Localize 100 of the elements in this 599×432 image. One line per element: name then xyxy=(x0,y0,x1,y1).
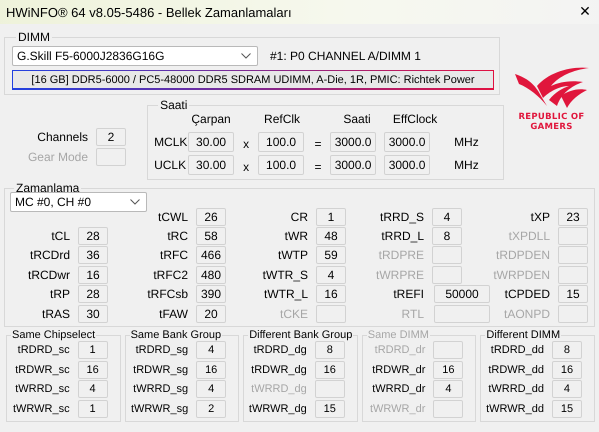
timing-label: tRDRD_sc xyxy=(18,344,70,356)
operator-sign: = xyxy=(314,136,323,151)
timing-label: tRRD_L xyxy=(380,229,424,244)
timing-label: tWRRD_dr xyxy=(372,383,426,396)
value-field: 4 xyxy=(196,341,226,360)
row-label: UCLK xyxy=(154,158,188,172)
value-field: 1 xyxy=(78,341,108,360)
value-field xyxy=(558,266,588,284)
timing-label: tRCDrd xyxy=(28,248,70,262)
field-label: Channels xyxy=(36,130,89,144)
unit-label: MHz xyxy=(453,158,480,172)
logo-text: GAMERS xyxy=(530,122,573,132)
value-field: 8 xyxy=(552,341,582,360)
group-caption: DIMM xyxy=(17,30,51,44)
value-field xyxy=(96,148,126,166)
value-field: 4 xyxy=(196,380,226,398)
value-field: 30 xyxy=(78,304,108,323)
value-field: 30.00 xyxy=(188,155,234,175)
value-field: 15 xyxy=(314,400,345,418)
timing-label: tRFCsb xyxy=(146,287,188,302)
value-field: 16 xyxy=(433,360,464,379)
timing-label: tRAS xyxy=(40,306,70,321)
timing-label: tRP xyxy=(48,287,70,302)
timing-label: tWRRD_sg xyxy=(133,383,188,396)
timing-label: tRRD_S xyxy=(378,210,424,224)
timing-label: tRDWR_sc xyxy=(15,364,70,376)
timing-label: tCWL xyxy=(157,210,188,224)
window-title: HWiNFO® 64 v8.05-5486 - Bellek Zamanlamaları xyxy=(5,4,292,20)
value-field xyxy=(558,227,588,246)
timing-label: tRDWR_dr xyxy=(372,364,426,376)
field-label: Gear Mode xyxy=(26,150,89,164)
timing-label: tRDWR_dd xyxy=(488,364,544,376)
value-field: 28 xyxy=(78,285,108,304)
close-button[interactable]: ✕ xyxy=(571,0,599,24)
operator-sign: x xyxy=(242,136,250,151)
chevron-down-icon xyxy=(130,199,140,205)
row-label: MCLK xyxy=(154,135,188,149)
value-field: 48 xyxy=(316,227,346,246)
timing-label: CR xyxy=(290,210,308,224)
timing-label: tRFC2 xyxy=(152,268,188,282)
group-caption: Zamanlama xyxy=(15,181,80,195)
value-field: 466 xyxy=(196,246,226,264)
value-field: 3000.0 xyxy=(384,155,430,175)
timing-label: tRDWR_dg xyxy=(251,364,307,376)
group-caption: Different Bank Group xyxy=(248,329,354,342)
timing-label: tWR xyxy=(284,229,308,244)
timing-label: tWRWR_sc xyxy=(12,402,70,415)
timing-label: tAONPD xyxy=(502,306,550,321)
value-field: 480 xyxy=(196,266,226,284)
value-field xyxy=(558,304,588,323)
timing-label: tRDWR_sg xyxy=(133,364,188,376)
value-field: 4 xyxy=(552,380,582,398)
value-field: 3000.0 xyxy=(384,132,430,152)
value-field: 16 xyxy=(314,360,345,379)
value-field: 1 xyxy=(316,208,346,226)
value-field xyxy=(433,400,464,418)
value-field xyxy=(314,380,345,398)
value-field: 2 xyxy=(96,128,126,146)
timing-label: tRCDwr xyxy=(27,268,70,282)
timing-label: tREFI xyxy=(392,287,424,302)
channel-dropdown[interactable]: MC #0, CH #0 xyxy=(10,192,147,212)
value-field xyxy=(558,246,588,264)
column-header: Çarpan xyxy=(190,112,232,128)
timing-label: tWRPDEN xyxy=(492,268,550,282)
timing-label: tWRPRE xyxy=(375,268,424,282)
timing-label: tRC xyxy=(166,229,188,244)
timing-label: tWRRD_sc xyxy=(15,383,70,396)
timing-label: tWRWR_dg xyxy=(248,402,307,415)
timing-label: tWRWR_sg xyxy=(130,402,188,415)
unit-label: MHz xyxy=(453,135,480,149)
timing-label: tRDPDEN xyxy=(494,248,550,262)
timing-label: tWTR_S xyxy=(262,268,308,282)
value-field: 16 xyxy=(316,285,346,304)
value-field: 16 xyxy=(552,360,582,379)
value-field: 30.00 xyxy=(188,132,234,152)
timing-label: tCPDED xyxy=(504,287,550,302)
chevron-down-icon xyxy=(241,53,251,59)
timing-label: tWTR_L xyxy=(262,287,308,302)
slot-label: #1: P0 CHANNEL A/DIMM 1 xyxy=(270,49,421,63)
value-field: 36 xyxy=(78,246,108,264)
timing-label: tWTP xyxy=(277,248,308,262)
timing-label: tRDRD_dr xyxy=(374,344,426,356)
value-field: 15 xyxy=(558,285,588,304)
group-caption: Same Chipselect xyxy=(11,329,96,342)
timing-label: tCL xyxy=(50,229,70,244)
value-field xyxy=(433,341,464,360)
column-header: EffClock xyxy=(392,112,438,128)
timing-label: tWRRD_dd xyxy=(488,383,544,396)
timing-label: tCKE xyxy=(278,306,308,321)
value-field: 26 xyxy=(196,208,226,226)
module-info-bar: [16 GB] DDR5-6000 / PC5-48000 DDR5 SDRAM UDIMM, A-Die, 1R, PMIC: Richtek Power xyxy=(12,70,494,90)
value-field: 8 xyxy=(314,341,345,360)
module-dropdown[interactable]: G.Skill F5-6000J2836G16G xyxy=(12,46,258,66)
value-field xyxy=(316,304,346,323)
value-field: 50000 xyxy=(434,285,490,304)
column-header: Saati xyxy=(342,112,372,128)
value-field: 59 xyxy=(316,246,346,264)
timing-label: tXP xyxy=(530,210,550,224)
timing-label: tFAW xyxy=(158,306,188,321)
value-field: 8 xyxy=(432,227,462,246)
